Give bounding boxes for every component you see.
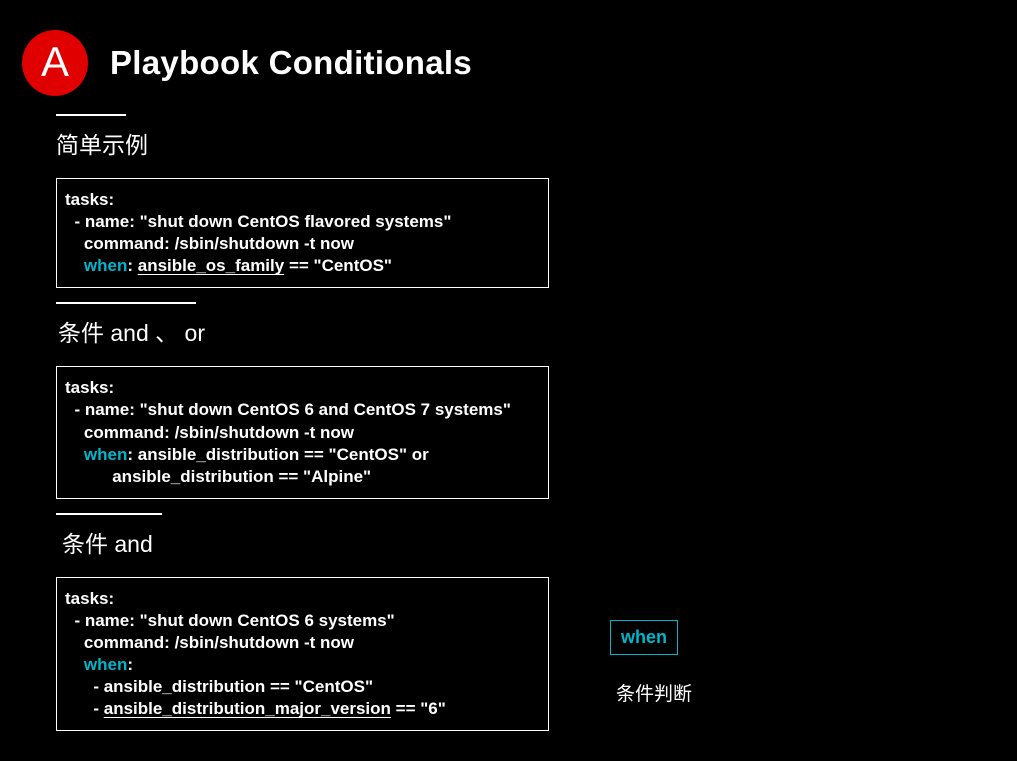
- side-label: 条件判断: [616, 679, 692, 706]
- when-keyword: when: [84, 655, 127, 674]
- code-text: :: [127, 256, 137, 275]
- when-keyword: when: [84, 445, 127, 464]
- code-line: - ansible_distribution == "CentOS": [65, 677, 373, 696]
- code-indent: [65, 445, 84, 464]
- code-line: tasks:: [65, 190, 114, 209]
- logo-letter: A: [41, 41, 69, 83]
- when-badge: when: [610, 620, 678, 655]
- code-underlined: ansible_distribution_major_version: [104, 699, 391, 718]
- code-line: tasks:: [65, 378, 114, 397]
- code-block-3: tasks: - name: "shut down CentOS 6 syste…: [56, 577, 549, 732]
- ansible-logo-icon: A: [22, 30, 88, 96]
- code-text: : ansible_distribution == "CentOS" or: [127, 445, 428, 464]
- code-line: - name: "shut down CentOS 6 and CentOS 7…: [65, 400, 511, 419]
- code-text: == "6": [391, 699, 446, 718]
- slide-header: A Playbook Conditionals: [22, 30, 1017, 96]
- code-line: - name: "shut down CentOS flavored syste…: [65, 212, 451, 231]
- code-indent: -: [65, 699, 104, 718]
- code-block-1: tasks: - name: "shut down CentOS flavore…: [56, 178, 549, 288]
- code-indent: [65, 655, 84, 674]
- section-underline: [56, 114, 126, 116]
- code-line: tasks:: [65, 589, 114, 608]
- section-title-3: 条件 and: [62, 525, 1017, 559]
- slide-content: 简单示例 tasks: - name: "shut down CentOS fl…: [22, 114, 1017, 731]
- section-title-1: 简单示例: [56, 126, 1017, 160]
- code-text: :: [127, 655, 133, 674]
- section-underline: [56, 513, 162, 515]
- when-keyword: when: [84, 256, 127, 275]
- side-annotation: when 条件判断: [610, 620, 692, 706]
- section-title-2: 条件 and 、 or: [58, 314, 1017, 348]
- code-line: command: /sbin/shutdown -t now: [65, 234, 354, 253]
- code-underlined: ansible_os_family: [138, 256, 284, 275]
- code-block-2: tasks: - name: "shut down CentOS 6 and C…: [56, 366, 549, 498]
- code-line: command: /sbin/shutdown -t now: [65, 423, 354, 442]
- code-text: == "CentOS": [284, 256, 392, 275]
- section-underline: [56, 302, 196, 304]
- slide: A Playbook Conditionals 简单示例 tasks: - na…: [0, 0, 1017, 761]
- slide-title: Playbook Conditionals: [110, 44, 472, 82]
- code-line: ansible_distribution == "Alpine": [65, 467, 371, 486]
- code-line: command: /sbin/shutdown -t now: [65, 633, 354, 652]
- code-line: - name: "shut down CentOS 6 systems": [65, 611, 395, 630]
- code-indent: [65, 256, 84, 275]
